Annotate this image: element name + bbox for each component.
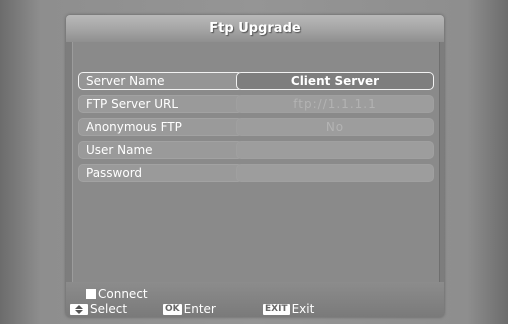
- enter-label: Enter: [183, 302, 216, 316]
- password-label: Password: [78, 164, 243, 182]
- row-anonymous-ftp[interactable]: Anonymous FTP No: [78, 118, 434, 136]
- anonymous-ftp-label: Anonymous FTP: [78, 118, 243, 136]
- dialog-title: Ftp Upgrade: [66, 15, 444, 42]
- select-label: Select: [90, 302, 128, 316]
- help-exit: EXIT Exit: [263, 302, 314, 316]
- server-name-label: Server Name: [78, 72, 243, 90]
- white-key-icon: [86, 289, 96, 299]
- dialog-title-text: Ftp Upgrade: [209, 21, 301, 36]
- connect-label: Connect: [98, 287, 148, 301]
- exit-key-icon: EXIT: [263, 303, 290, 315]
- row-password[interactable]: Password: [78, 164, 434, 182]
- up-down-arrows-icon: [70, 303, 88, 315]
- ok-key-icon: OK: [163, 303, 182, 315]
- password-value[interactable]: [236, 164, 434, 182]
- server-name-value[interactable]: Client Server: [236, 72, 434, 90]
- connect-button[interactable]: Connect: [86, 287, 148, 301]
- user-name-value[interactable]: [236, 141, 434, 159]
- anonymous-ftp-value[interactable]: No: [236, 118, 434, 136]
- row-server-name[interactable]: Server Name Client Server: [78, 72, 434, 90]
- ftp-server-url-value[interactable]: ftp://1.1.1.1: [236, 95, 434, 113]
- ftp-server-url-label: FTP Server URL: [78, 95, 243, 113]
- user-name-label: User Name: [78, 141, 243, 159]
- exit-label: Exit: [291, 302, 315, 316]
- help-enter: OK Enter: [163, 302, 216, 316]
- help-select: Select: [70, 302, 127, 316]
- row-ftp-server-url[interactable]: FTP Server URL ftp://1.1.1.1: [78, 95, 434, 113]
- row-user-name[interactable]: User Name: [78, 141, 434, 159]
